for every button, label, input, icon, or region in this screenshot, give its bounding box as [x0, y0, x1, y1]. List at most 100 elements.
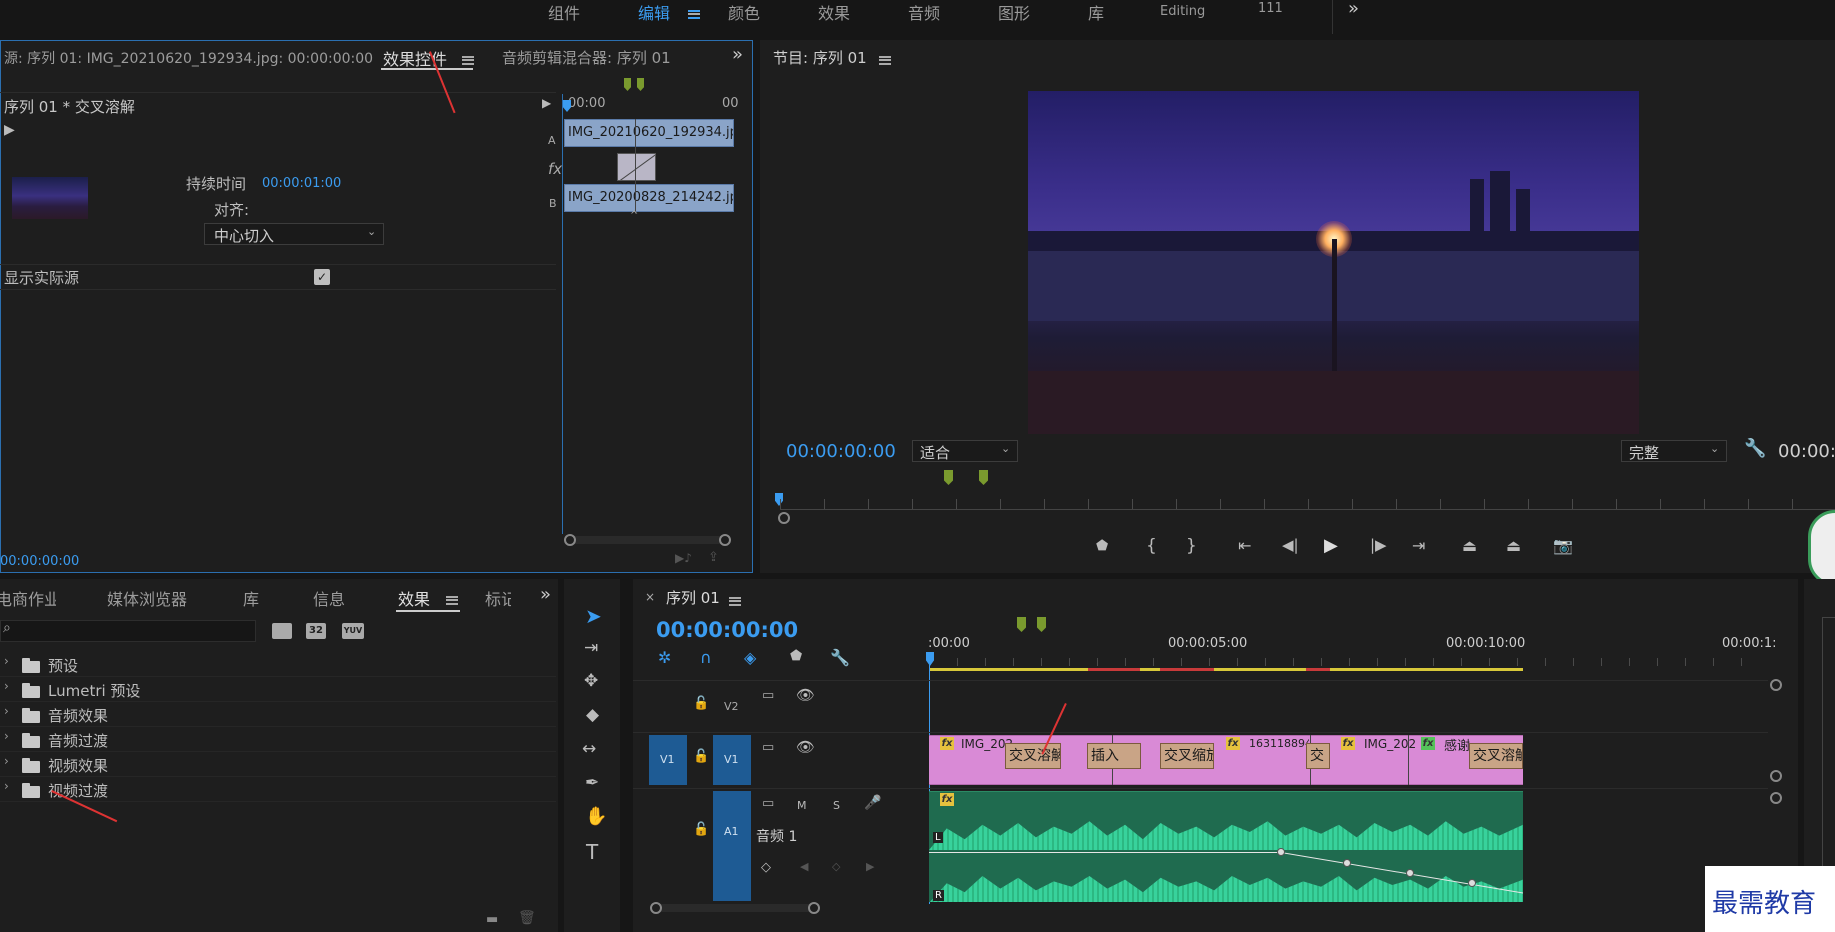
- type-tool-icon[interactable]: T: [586, 840, 598, 864]
- panel-overflow-icon[interactable]: »: [732, 44, 743, 65]
- new-bin-icon[interactable]: ▬: [486, 912, 498, 927]
- program-menu-icon[interactable]: [879, 52, 891, 68]
- v1-source-patch[interactable]: V1: [649, 735, 687, 785]
- workspace-tab-assembly[interactable]: 组件: [548, 0, 580, 24]
- effects-menu-icon[interactable]: [446, 592, 458, 608]
- transition-cross-dissolve-2[interactable]: 交叉溶解: [1469, 743, 1523, 769]
- tab-info[interactable]: 信息: [313, 586, 345, 610]
- duration-value[interactable]: 00:00:01:00: [262, 176, 341, 191]
- yuv-filter-icon[interactable]: YUV: [342, 623, 364, 639]
- workspace-overflow-icon[interactable]: »: [1348, 0, 1359, 19]
- timeline-settings-icon[interactable]: 🔧: [830, 648, 850, 667]
- show-actual-source-checkbox[interactable]: ✓: [314, 269, 330, 285]
- volume-keyframe-2[interactable]: [1343, 859, 1351, 867]
- video-track-scroll-top[interactable]: [1770, 679, 1782, 691]
- mini-scroll-handle-left[interactable]: [564, 534, 576, 546]
- nest-icon[interactable]: ✲: [658, 648, 671, 667]
- razor-tool-icon[interactable]: ◆: [586, 705, 599, 725]
- transition-cross-zoom[interactable]: 交叉缩放: [1160, 743, 1214, 769]
- effects-overflow-icon[interactable]: »: [540, 584, 551, 605]
- effect-controls-timecode[interactable]: 00:00:00:00: [0, 554, 79, 569]
- mini-clip-b[interactable]: IMG_20200828_214242.jpg: [564, 184, 734, 212]
- go-to-in-icon[interactable]: ⇤: [1238, 536, 1251, 555]
- timeline-scroll-handle-left[interactable]: [650, 902, 662, 914]
- lift-icon[interactable]: ⏏: [1462, 536, 1477, 555]
- workspace-tab-effects[interactable]: 效果: [818, 0, 850, 24]
- v1-sync-icon[interactable]: ▭: [762, 740, 774, 755]
- workspace-menu-icon[interactable]: [688, 6, 700, 22]
- mini-zoom-scrollbar[interactable]: [564, 534, 731, 546]
- mark-out-icon[interactable]: }: [1186, 536, 1197, 556]
- selection-tool-icon[interactable]: ➤: [585, 604, 602, 628]
- wrench-icon[interactable]: 🔧: [1744, 438, 1766, 459]
- transition-cross-dissolve-1[interactable]: 交叉溶解: [1005, 743, 1061, 769]
- snap-magnet-icon[interactable]: ∩: [700, 648, 712, 667]
- ripple-edit-tool-icon[interactable]: ✥: [584, 671, 598, 691]
- accelerated-filter-icon[interactable]: [272, 623, 292, 639]
- a1-source-patch[interactable]: A1: [713, 791, 751, 901]
- v1-eye-icon[interactable]: 👁: [796, 738, 815, 756]
- tree-item-audio-effects[interactable]: › 音频效果: [0, 702, 556, 727]
- workspace-tab-graphics[interactable]: 图形: [998, 0, 1030, 24]
- keyframe-toggle-icon[interactable]: ◇: [761, 860, 771, 875]
- effects-search-input[interactable]: [0, 620, 256, 642]
- tab-effects[interactable]: 效果: [398, 586, 430, 610]
- program-timecode[interactable]: 00:00:00:00: [786, 441, 896, 462]
- program-ruler[interactable]: [780, 509, 1835, 510]
- timeline-zoom-scrollbar[interactable]: [650, 902, 820, 914]
- tree-item-audio-transitions[interactable]: › 音频过渡: [0, 727, 556, 752]
- tab-audio-clip-mixer[interactable]: 音频剪辑混合器: 序列 01: [502, 47, 671, 68]
- sequence-menu-icon[interactable]: [729, 593, 741, 609]
- play-audio-icon[interactable]: ▶♪: [675, 551, 692, 565]
- volume-keyframe-1[interactable]: [1277, 848, 1285, 856]
- volume-keyframe-4[interactable]: [1468, 879, 1476, 887]
- mark-in-icon[interactable]: {: [1146, 536, 1157, 556]
- workspace-tab-library[interactable]: 库: [1088, 0, 1104, 24]
- hand-tool-icon[interactable]: ✋: [585, 806, 607, 827]
- source-panel-title[interactable]: 源: 序列 01: IMG_20210620_192934.jpg: 00:00…: [4, 48, 373, 68]
- program-zoom-handle[interactable]: [778, 512, 790, 524]
- close-sequence-icon[interactable]: ×: [645, 590, 655, 604]
- v1-lock-icon[interactable]: 🔓: [693, 749, 709, 764]
- a1-mute-button[interactable]: M: [797, 799, 807, 812]
- quality-dropdown[interactable]: 完整 ⌄: [1621, 440, 1727, 462]
- a1-solo-button[interactable]: S: [833, 799, 840, 812]
- v2-eye-icon[interactable]: 👁: [796, 686, 815, 704]
- workspace-tab-color[interactable]: 颜色: [728, 0, 760, 24]
- workspace-tab-editing[interactable]: Editing: [1160, 4, 1205, 19]
- workspace-tab-edit[interactable]: 编辑: [638, 0, 670, 24]
- a1-sync-icon[interactable]: ▭: [762, 796, 774, 811]
- program-video-frame[interactable]: [1028, 91, 1639, 434]
- transition-short[interactable]: 交: [1306, 743, 1330, 769]
- tree-item-video-effects[interactable]: › 视频效果: [0, 752, 556, 777]
- transition-insert[interactable]: 插入: [1087, 743, 1141, 769]
- tree-item-presets[interactable]: › 预设: [0, 652, 556, 677]
- collapse-arrow-icon[interactable]: ▶: [542, 96, 551, 110]
- tab-media-browser[interactable]: 媒体浏览器: [107, 586, 187, 610]
- sequence-tab[interactable]: 序列 01: [666, 587, 720, 608]
- play-icon[interactable]: ▶: [1324, 535, 1338, 556]
- mini-transition-block[interactable]: [617, 153, 656, 181]
- next-keyframe-icon[interactable]: ▶: [866, 860, 874, 873]
- volume-keyframe-3[interactable]: [1406, 869, 1414, 877]
- workspace-tab-audio[interactable]: 音频: [908, 0, 940, 24]
- tree-item-video-transitions[interactable]: › 视频过渡: [0, 777, 556, 802]
- export-icon[interactable]: ⇪: [708, 550, 719, 565]
- v1-track-target[interactable]: V1: [713, 735, 751, 785]
- v2-lock-icon[interactable]: 🔓: [693, 696, 709, 711]
- effect-controls-menu-icon[interactable]: [462, 52, 474, 68]
- add-keyframe-icon[interactable]: ◇: [832, 860, 840, 873]
- a1-audio-clip[interactable]: [929, 791, 1523, 902]
- camera-icon[interactable]: 📷: [1553, 536, 1573, 555]
- go-to-out-icon[interactable]: ⇥: [1412, 536, 1425, 555]
- linked-selection-icon[interactable]: ◈: [744, 648, 756, 667]
- track-select-tool-icon[interactable]: ⇥: [584, 638, 598, 658]
- v2-track-label[interactable]: V2: [724, 700, 739, 713]
- mini-clip-a[interactable]: IMG_20210620_192934.jpg: [564, 119, 734, 147]
- prev-keyframe-icon[interactable]: ◀: [800, 860, 808, 873]
- volume-rubberband[interactable]: [929, 852, 1283, 853]
- program-monitor-title[interactable]: 节目: 序列 01: [773, 47, 867, 68]
- v2-sync-icon[interactable]: ▭: [762, 688, 774, 703]
- a1-lock-icon[interactable]: 🔓: [693, 822, 709, 837]
- 32bit-filter-icon[interactable]: 32: [306, 623, 326, 639]
